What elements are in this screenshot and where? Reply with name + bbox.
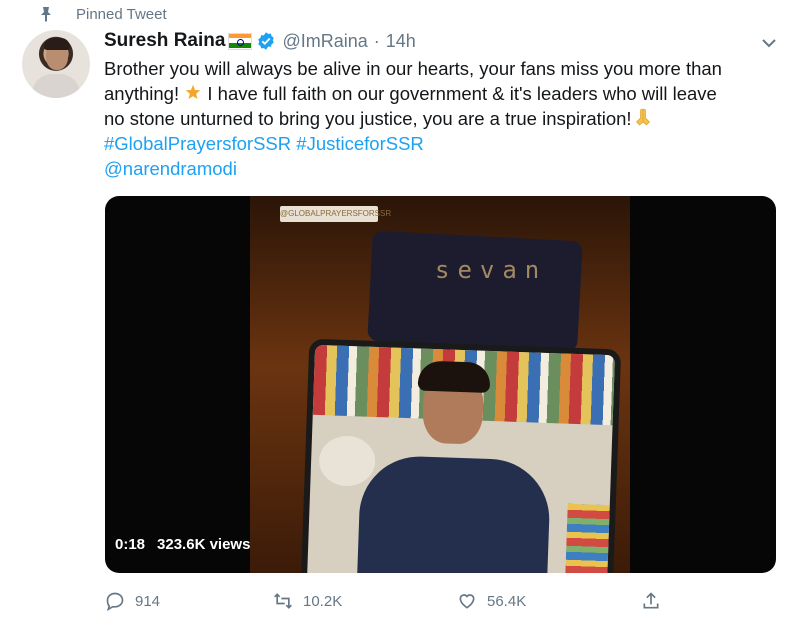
mention-link[interactable]: @narendramodi: [104, 158, 237, 179]
pinned-tweet-indicator: Pinned Tweet: [41, 4, 167, 24]
video-frame: @GLOBALPRAYERSFORSSR sevan: [250, 196, 630, 573]
phone-screen-image: [300, 338, 622, 573]
pinned-label: Pinned Tweet: [76, 5, 167, 23]
hashtag-link[interactable]: #JusticeforSSR: [296, 133, 424, 154]
hashtag-link[interactable]: #GlobalPrayersforSSR: [104, 133, 291, 154]
like-count: 56.4K: [487, 592, 527, 610]
separator-dot: ·: [373, 30, 380, 51]
reply-count: 914: [135, 592, 161, 610]
heart-icon: [459, 594, 475, 609]
author-handle[interactable]: @ImRaina: [282, 31, 367, 52]
reply-icon: [106, 592, 124, 611]
tweet-timestamp[interactable]: 14h: [386, 31, 416, 52]
video-duration: 0:18: [115, 536, 146, 553]
like-button[interactable]: 56.4K: [457, 591, 526, 611]
verified-badge-icon: [258, 32, 275, 50]
video-info-overlay: 0:18 323.6K views: [115, 536, 262, 553]
chevron-down-icon[interactable]: [760, 34, 778, 52]
video-player[interactable]: @GLOBALPRAYERSFORSSR sevan 0:18 323.6K v…: [105, 196, 776, 573]
tweet-header: Suresh Raina @ImRaina · 14h: [104, 28, 416, 54]
avatar[interactable]: [22, 30, 90, 98]
tweet-text: Brother you will always be alive in our …: [104, 56, 764, 181]
cloth-text: sevan: [435, 256, 548, 284]
share-icon: [643, 592, 659, 609]
hashtags-line: #GlobalPrayersforSSR #JusticeforSSR: [104, 131, 764, 156]
tweet-line-1: Brother you will always be alive in our …: [104, 58, 722, 79]
reply-button[interactable]: 914: [105, 591, 160, 611]
tweet-actions: 914 10.2K 56.4K: [105, 586, 685, 616]
author-name[interactable]: Suresh Raina: [104, 30, 225, 52]
tweet-line-2: anything! I have full faith on our gover…: [104, 83, 717, 104]
tweet-line-3: no stone unturned to bring you justice, …: [104, 106, 764, 131]
retweet-count: 10.2K: [303, 592, 343, 610]
share-button[interactable]: [641, 591, 671, 611]
retweet-button[interactable]: 10.2K: [273, 591, 342, 611]
mention-line: @narendramodi: [104, 156, 764, 181]
folded-hands-emoji-icon: [635, 108, 650, 126]
retweet-icon: [274, 593, 292, 609]
pin-icon: [41, 7, 51, 22]
star-emoji-icon: [186, 84, 201, 99]
video-views: 323.6K views: [157, 536, 251, 553]
india-flag-icon: [228, 32, 253, 50]
video-watermark-tag: @GLOBALPRAYERSFORSSR: [280, 206, 391, 222]
